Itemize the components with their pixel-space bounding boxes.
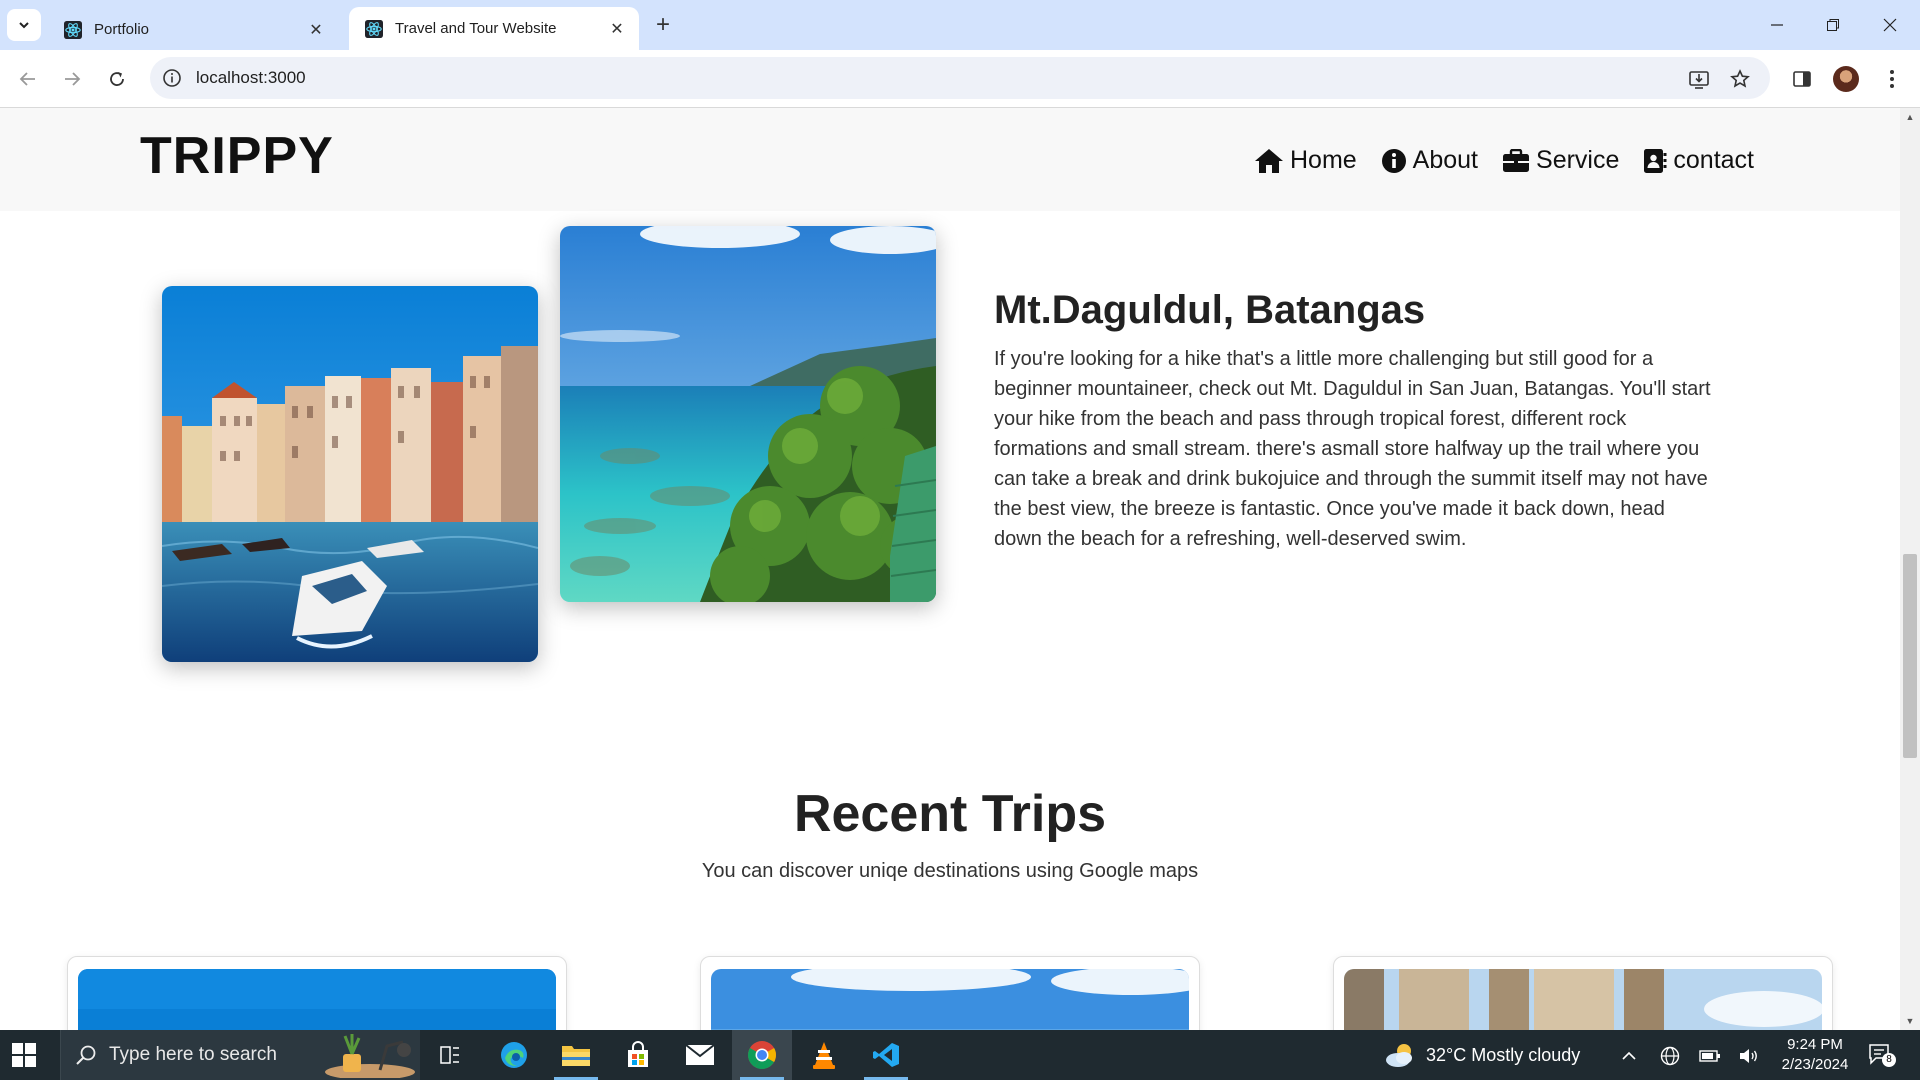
react-favicon-icon bbox=[64, 20, 82, 39]
close-icon[interactable]: ✕ bbox=[607, 19, 627, 39]
nav-label: Home bbox=[1289, 146, 1357, 174]
briefcase-icon bbox=[1503, 148, 1530, 172]
destination-title: Mt.Daguldul, Batangas bbox=[994, 288, 1426, 332]
brand-logo[interactable]: TRIPPY bbox=[140, 126, 334, 186]
close-icon[interactable]: ✕ bbox=[306, 20, 326, 40]
nav-home[interactable]: Home bbox=[1254, 146, 1357, 175]
scroll-up-icon[interactable]: ▲ bbox=[1905, 112, 1915, 122]
nav-label: contact bbox=[1673, 146, 1754, 174]
trip-card[interactable] bbox=[1333, 956, 1833, 1030]
tab-travel-and-tour[interactable]: Travel and Tour Website ✕ bbox=[349, 7, 639, 50]
recent-trips-subtitle: You can discover uniqe destinations usin… bbox=[701, 860, 1199, 882]
battery-icon[interactable] bbox=[1699, 1045, 1721, 1067]
weather-text: 32°C Mostly cloudy bbox=[1426, 1044, 1581, 1065]
install-app-icon[interactable] bbox=[1688, 68, 1710, 90]
page-scrollbar[interactable]: ▲ ▼ bbox=[1900, 108, 1920, 1030]
nav-about[interactable]: About bbox=[1381, 146, 1478, 175]
browser-toolbar: localhost:3000 bbox=[0, 50, 1920, 108]
search-icon bbox=[76, 1045, 96, 1065]
trip-card-image bbox=[1344, 969, 1822, 1030]
taskbar-edge[interactable] bbox=[484, 1030, 544, 1080]
tab-search-button[interactable] bbox=[7, 9, 41, 41]
volume-icon[interactable] bbox=[1738, 1045, 1760, 1067]
trip-card-image bbox=[711, 969, 1189, 1030]
close-icon bbox=[1883, 18, 1897, 32]
back-button[interactable] bbox=[12, 63, 44, 95]
main-nav: Home About Service contact bbox=[1254, 146, 1754, 175]
profile-avatar[interactable] bbox=[1833, 66, 1859, 92]
weather-widget[interactable]: 32°C Mostly cloudy bbox=[1384, 1042, 1580, 1068]
recent-trips-title: Recent Trips bbox=[793, 785, 1107, 843]
reload-icon bbox=[110, 72, 124, 86]
page-viewport: TRIPPY Home About Service contact Mt.Dag… bbox=[0, 108, 1900, 1030]
minimize-icon bbox=[1771, 24, 1783, 26]
side-panel-icon[interactable] bbox=[1788, 65, 1816, 93]
forward-button[interactable] bbox=[56, 63, 88, 95]
search-highlight-illustration-icon bbox=[325, 1034, 415, 1078]
url-text: localhost:3000 bbox=[196, 68, 306, 87]
info-icon bbox=[1381, 148, 1406, 173]
venice-canal-image bbox=[162, 286, 538, 662]
close-window-button[interactable] bbox=[1875, 10, 1905, 40]
folder-icon bbox=[562, 1046, 590, 1066]
trip-card[interactable] bbox=[67, 956, 567, 1030]
address-bar[interactable]: localhost:3000 bbox=[150, 57, 1770, 99]
react-favicon-icon bbox=[365, 19, 383, 38]
arrow-left-icon bbox=[19, 72, 35, 86]
trip-card-image bbox=[78, 969, 556, 1030]
taskbar-mail[interactable] bbox=[670, 1030, 730, 1080]
clock-date: 2/23/2024 bbox=[1781, 1056, 1849, 1073]
taskbar-chrome[interactable] bbox=[732, 1030, 792, 1080]
new-tab-button[interactable]: + bbox=[650, 11, 676, 38]
windows-taskbar: Type here to search 32°C Mostly cloudy 9… bbox=[0, 1030, 1920, 1080]
taskbar-vscode[interactable] bbox=[856, 1030, 916, 1080]
nav-service[interactable]: Service bbox=[1502, 146, 1619, 175]
tropical-beach-image bbox=[560, 226, 936, 602]
scroll-down-icon[interactable]: ▼ bbox=[1905, 1016, 1915, 1026]
chevron-up-icon[interactable] bbox=[1618, 1045, 1640, 1067]
search-placeholder: Type here to search bbox=[109, 1044, 277, 1065]
chevron-down-icon bbox=[19, 22, 29, 29]
browser-tab-bar: Portfolio ✕ Travel and Tour Website ✕ + bbox=[0, 0, 1920, 50]
mail-icon bbox=[685, 1044, 715, 1065]
taskbar-file-explorer[interactable] bbox=[546, 1030, 606, 1080]
taskbar-search-box[interactable]: Type here to search bbox=[60, 1030, 420, 1080]
globe-icon[interactable] bbox=[1659, 1045, 1681, 1067]
tab-portfolio[interactable]: Portfolio ✕ bbox=[48, 8, 338, 51]
taskbar-store[interactable] bbox=[608, 1030, 668, 1080]
chrome-icon bbox=[748, 1041, 776, 1069]
reload-button[interactable] bbox=[101, 63, 133, 95]
store-icon bbox=[628, 1041, 648, 1067]
address-book-icon bbox=[1644, 148, 1667, 173]
notification-center-button[interactable]: 8 bbox=[1868, 1043, 1896, 1067]
clock-time: 9:24 PM bbox=[1787, 1036, 1843, 1053]
edge-icon bbox=[501, 1042, 527, 1068]
taskbar-clock[interactable]: 9:24 PM 2/23/2024 bbox=[1775, 1035, 1855, 1075]
home-icon bbox=[1254, 148, 1283, 173]
notification-badge: 8 bbox=[1882, 1053, 1896, 1067]
nav-contact[interactable]: contact bbox=[1643, 146, 1754, 175]
menu-kebab-icon[interactable] bbox=[1878, 65, 1906, 93]
restore-icon bbox=[1827, 19, 1839, 31]
restore-button[interactable] bbox=[1818, 10, 1848, 40]
bookmark-star-icon[interactable] bbox=[1729, 68, 1751, 90]
vlc-icon bbox=[813, 1042, 835, 1069]
vscode-icon bbox=[873, 1043, 899, 1067]
destination-description: If you're looking for a hike that's a li… bbox=[994, 348, 1711, 550]
trip-card[interactable] bbox=[700, 956, 1200, 1030]
nav-label: Service bbox=[1536, 146, 1620, 174]
taskbar-vlc[interactable] bbox=[794, 1030, 854, 1080]
tab-title: Travel and Tour Website bbox=[395, 20, 557, 37]
site-header: TRIPPY Home About Service contact bbox=[0, 108, 1900, 211]
windows-start-icon[interactable] bbox=[12, 1043, 36, 1067]
partly-cloudy-icon bbox=[1386, 1044, 1412, 1067]
scrollbar-thumb[interactable] bbox=[1903, 554, 1917, 758]
minimize-button[interactable] bbox=[1762, 10, 1792, 40]
site-info-icon[interactable] bbox=[162, 68, 182, 88]
task-view-button[interactable] bbox=[420, 1030, 480, 1080]
task-view-icon bbox=[440, 1046, 459, 1064]
arrow-right-icon bbox=[65, 72, 81, 86]
nav-label: About bbox=[1412, 146, 1479, 174]
tab-title: Portfolio bbox=[94, 21, 150, 38]
